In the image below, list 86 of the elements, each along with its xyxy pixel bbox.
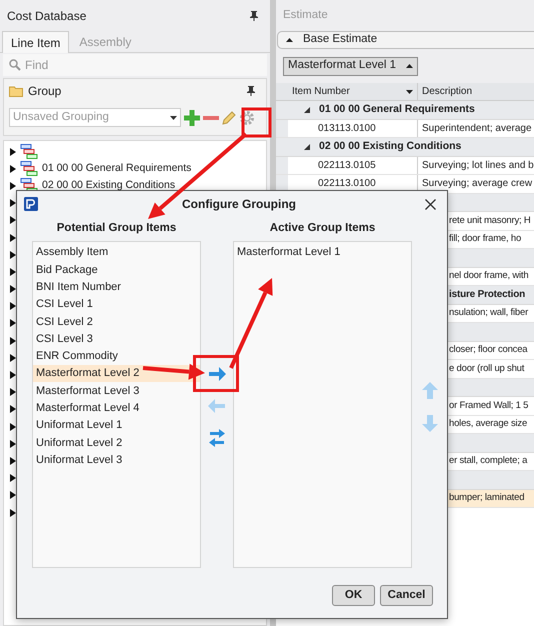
- app-logo-icon: [24, 197, 38, 211]
- list-item[interactable]: Uniformat Level 3: [33, 452, 200, 469]
- list-item[interactable]: CSI Level 3: [33, 330, 200, 348]
- list-item[interactable]: Masterformat Level 1: [234, 244, 411, 262]
- expand-arrow-icon[interactable]: [10, 234, 16, 242]
- expand-arrow-icon[interactable]: [10, 182, 16, 190]
- table-cell-text: Surveying; average crew: [421, 177, 534, 192]
- expand-arrow-icon[interactable]: [10, 422, 16, 431]
- expand-arrow-icon[interactable]: [10, 371, 16, 380]
- section-header[interactable]: Base Estimate: [277, 31, 534, 49]
- remove-icon[interactable]: [203, 116, 219, 120]
- table-cell: fill; door frame, ho: [448, 230, 534, 249]
- expand-arrow-icon[interactable]: [304, 142, 310, 151]
- list-item[interactable]: ENR Commodity: [33, 348, 200, 366]
- expand-arrow-icon[interactable]: [10, 319, 16, 328]
- expand-arrow-icon[interactable]: [10, 268, 16, 276]
- hierarchy-icon: [20, 160, 38, 177]
- expand-arrow-icon[interactable]: [10, 405, 16, 414]
- cancel-button[interactable]: Cancel: [380, 585, 433, 606]
- table-cell-text: Surveying; lot lines and b: [421, 158, 534, 173]
- expand-arrow-icon[interactable]: [10, 440, 16, 448]
- table-cell: 013113.0100: [288, 120, 418, 137]
- panel-title: Estimate: [283, 8, 328, 23]
- list-item[interactable]: Uniformat Level 2: [33, 434, 200, 452]
- table-cell: 022113.0105: [288, 156, 418, 174]
- expand-arrow-icon[interactable]: [10, 491, 16, 500]
- search-box[interactable]: Find: [3, 54, 267, 76]
- expand-arrow-icon[interactable]: [10, 354, 16, 362]
- column-header[interactable]: Description: [418, 83, 534, 100]
- list-item[interactable]: CSI Level 2: [33, 313, 200, 330]
- highlight-frame: [242, 108, 272, 138]
- caret-icon: [406, 64, 414, 68]
- group-title: Group: [28, 83, 62, 100]
- expand-arrow-icon[interactable]: [10, 199, 16, 208]
- table-cell: holes, average size: [448, 416, 534, 434]
- expand-arrow-icon[interactable]: [10, 456, 16, 465]
- group-label: 02 00 00 Existing Conditions: [319, 138, 462, 154]
- list-item[interactable]: CSI Level 1: [33, 296, 200, 314]
- group-row[interactable]: isture Protection: [448, 286, 534, 304]
- table-cell: nel door frame, with: [448, 268, 534, 286]
- callout-arrow: [142, 364, 205, 380]
- panel-title: Cost Database: [7, 8, 86, 24]
- pin-icon[interactable]: [250, 10, 258, 20]
- tree-item[interactable]: 01 00 00 General Requirements: [42, 160, 192, 177]
- expand-arrow-icon[interactable]: [10, 474, 16, 482]
- group-label: 01 00 00 General Requirements: [319, 102, 475, 117]
- ok-button[interactable]: OK: [332, 585, 375, 606]
- table-cell: er stall, complete; a: [448, 452, 534, 471]
- table-cell: closer; floor concea: [448, 342, 534, 360]
- folder-icon: [9, 86, 23, 96]
- list-item[interactable]: BNI Item Number: [33, 278, 200, 296]
- list-item[interactable]: Assembly Item: [33, 244, 200, 262]
- list-item[interactable]: Masterformat Level 3: [33, 382, 200, 400]
- expand-arrow-icon[interactable]: [10, 148, 16, 156]
- dialog-title: Configure Grouping: [182, 196, 296, 213]
- expand-arrow-icon[interactable]: [10, 250, 16, 259]
- expand-arrow-icon[interactable]: [304, 106, 310, 114]
- list-header: Potential Group Items: [56, 221, 178, 236]
- group-by-chip[interactable]: Masterformat Level 1: [283, 56, 418, 76]
- search-icon: [9, 59, 21, 71]
- highlight-frame: [193, 355, 239, 392]
- list-item[interactable]: Uniformat Level 1: [33, 416, 200, 434]
- tab[interactable]: Line Item: [2, 31, 70, 53]
- expand-arrow-icon[interactable]: [10, 164, 16, 173]
- expand-arrow-icon[interactable]: [10, 302, 16, 310]
- list-item[interactable]: Masterformat Level 4: [33, 400, 200, 417]
- pin-icon[interactable]: [247, 86, 255, 96]
- hierarchy-icon: [20, 144, 38, 160]
- list-header: Active Group Items: [268, 221, 376, 236]
- expand-arrow-icon[interactable]: [10, 508, 16, 517]
- table-cell: bumper; laminated: [448, 490, 534, 508]
- caret-icon: [170, 116, 177, 120]
- close-icon: [424, 198, 436, 210]
- search-field[interactable]: Find: [25, 56, 225, 74]
- table-cell: nsulation; wall, fiber: [448, 304, 534, 323]
- expand-arrow-icon[interactable]: [10, 216, 16, 224]
- column-header[interactable]: Item Number: [288, 83, 418, 100]
- tree-item[interactable]: 02 00 00 Existing Conditions: [42, 178, 176, 194]
- settings-icon[interactable]: [239, 110, 255, 126]
- right-arrow-button[interactable]: [206, 364, 228, 384]
- expand-arrow-icon[interactable]: [10, 336, 16, 345]
- table-cell-text: Superintendent; average: [421, 122, 533, 136]
- sort-icon: [406, 90, 413, 94]
- list-item[interactable]: Bid Package: [33, 261, 200, 279]
- expand-arrow-icon[interactable]: [10, 388, 16, 396]
- expand-arrow-icon[interactable]: [10, 285, 16, 294]
